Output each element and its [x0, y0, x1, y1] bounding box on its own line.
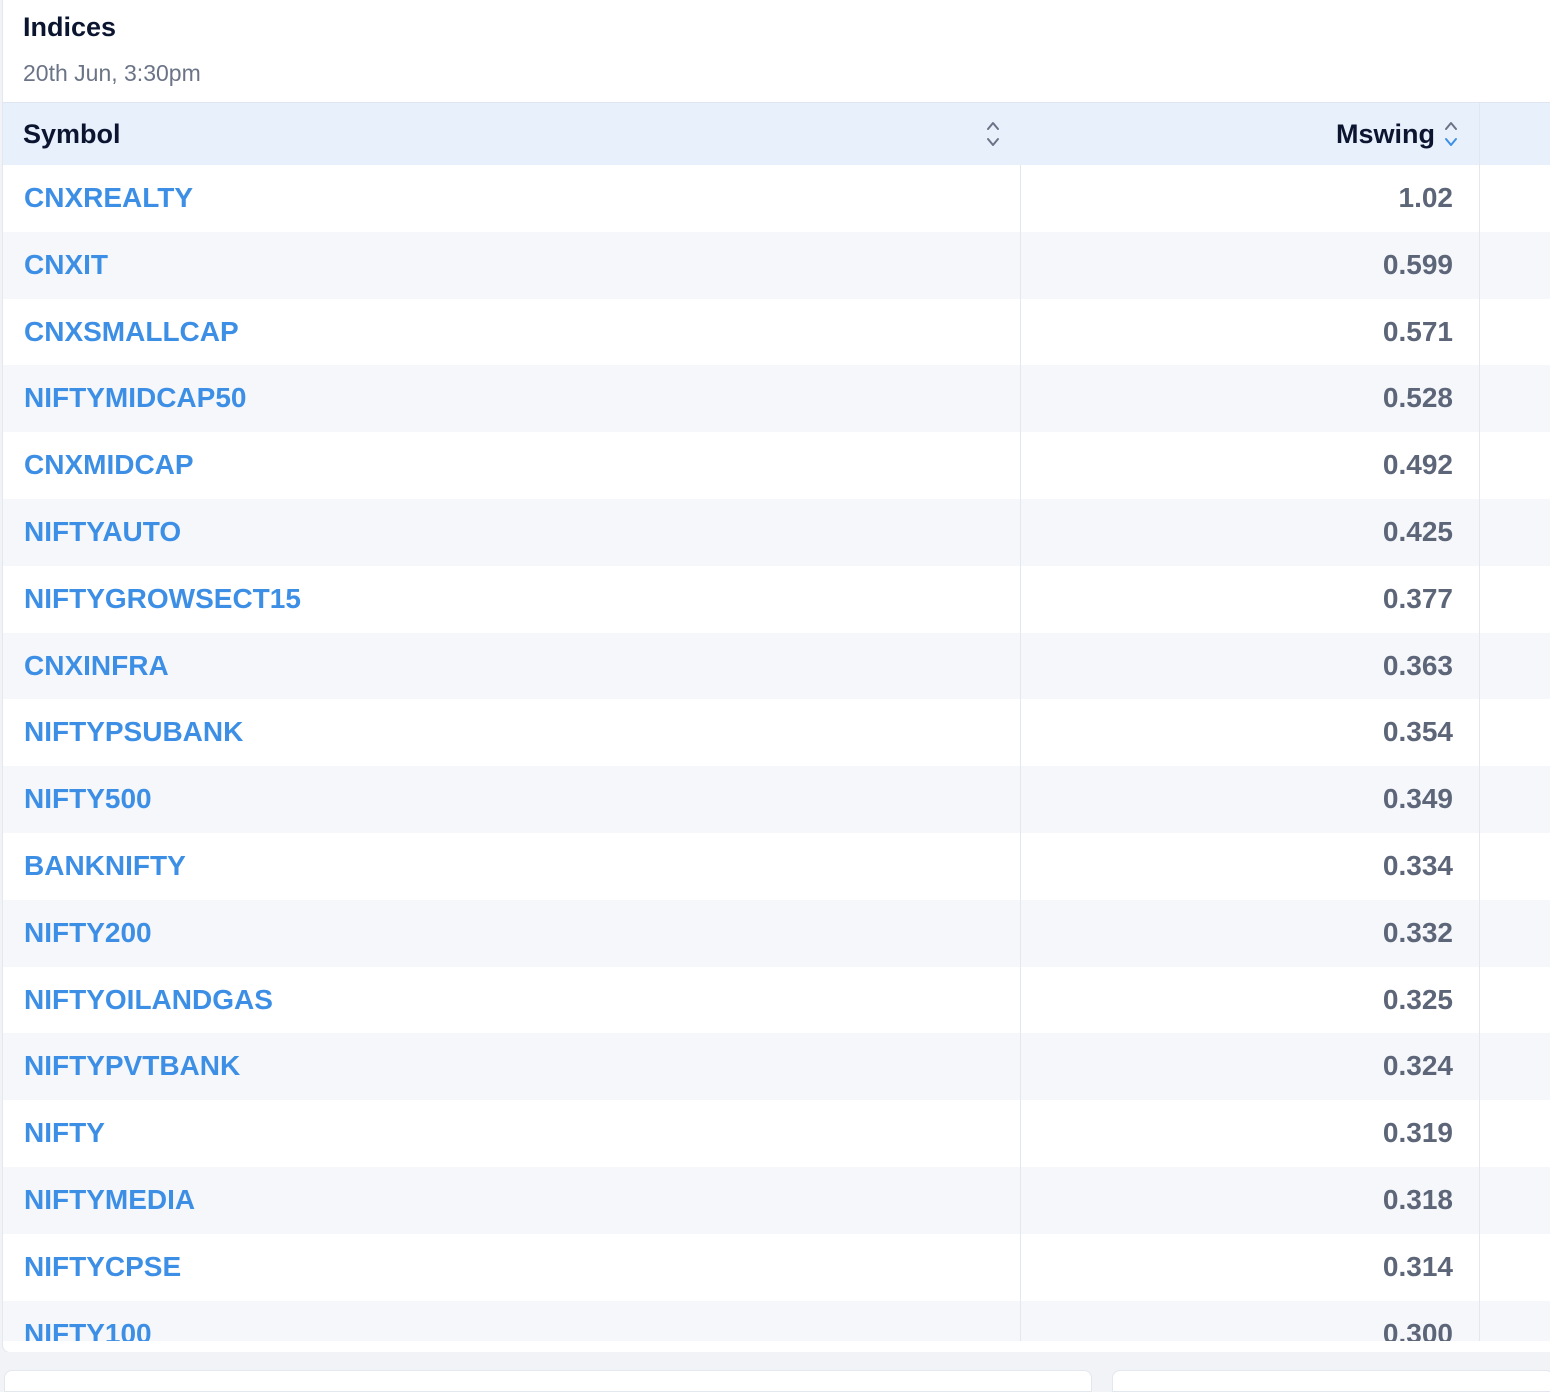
table-row[interactable]: CNXIT 0.599 — [3, 231, 1550, 299]
table-row[interactable]: NIFTY 0.319 — [3, 1100, 1550, 1167]
next-card-right — [1112, 1370, 1550, 1392]
table-row[interactable]: NIFTY200 0.332 — [3, 899, 1550, 967]
table-row[interactable]: NIFTYMEDIA 0.318 — [3, 1166, 1550, 1234]
mswing-value: 0.599 — [1382, 248, 1453, 280]
mswing-value: 0.318 — [1382, 1183, 1453, 1215]
symbol-link[interactable]: NIFTYPSUBANK — [24, 699, 243, 766]
symbol-link[interactable]: BANKNIFTY — [24, 833, 186, 900]
mswing-value: 0.425 — [1382, 515, 1453, 547]
column-divider — [1020, 165, 1021, 1341]
card-header: Indices 20th Jun, 3:30pm — [3, 0, 1550, 102]
symbol-link[interactable]: NIFTYCPSE — [24, 1234, 181, 1301]
symbol-link[interactable]: CNXREALTY — [24, 165, 193, 232]
symbol-link[interactable]: CNXIT — [24, 232, 108, 299]
mswing-value: 0.363 — [1382, 649, 1453, 681]
table-body: CNXREALTY 1.02 CNXIT 0.599 CNXSMALLCAP 0.571 N… — [3, 165, 1550, 1341]
column-divider — [1479, 103, 1480, 1341]
mswing-value: 0.528 — [1382, 382, 1453, 414]
mswing-value: 0.354 — [1382, 716, 1453, 748]
table-row[interactable]: CNXREALTY 1.02 — [3, 165, 1550, 232]
table-row[interactable]: NIFTYGROWSECT15 0.377 — [3, 566, 1550, 633]
table-row[interactable]: NIFTY500 0.349 — [3, 766, 1550, 833]
table-row[interactable]: CNXSMALLCAP 0.571 — [3, 299, 1550, 366]
symbol-link[interactable]: NIFTY — [24, 1100, 105, 1167]
symbol-link[interactable]: NIFTYMIDCAP50 — [24, 365, 246, 432]
mswing-value: 0.349 — [1382, 783, 1453, 815]
symbol-link[interactable]: NIFTYOILANDGAS — [24, 967, 273, 1034]
table-row[interactable]: BANKNIFTY 0.334 — [3, 833, 1550, 900]
mswing-value: 0.334 — [1382, 849, 1453, 881]
symbol-link[interactable]: CNXINFRA — [24, 633, 169, 700]
table-row[interactable]: NIFTYAUTO 0.425 — [3, 498, 1550, 566]
mswing-value: 0.324 — [1382, 1050, 1453, 1082]
table-row[interactable]: NIFTYMIDCAP50 0.528 — [3, 365, 1550, 433]
symbol-link[interactable]: CNXSMALLCAP — [24, 299, 239, 366]
mswing-value: 0.300 — [1382, 1317, 1453, 1341]
table-header: Symbol Mswing — [3, 103, 1550, 165]
mswing-value: 0.325 — [1382, 983, 1453, 1015]
column-header-mswing[interactable]: Mswing — [1336, 103, 1435, 165]
page-title: Indices — [23, 12, 117, 42]
table-row[interactable]: NIFTYCPSE 0.314 — [3, 1234, 1550, 1301]
table-row[interactable]: NIFTYPVTBANK 0.324 — [3, 1033, 1550, 1101]
table-row[interactable]: NIFTY100 0.300 — [3, 1300, 1550, 1341]
timestamp: 20th Jun, 3:30pm — [23, 60, 201, 86]
symbol-link[interactable]: NIFTYMEDIA — [24, 1167, 195, 1234]
mswing-value: 0.492 — [1382, 449, 1453, 481]
mswing-value: 0.571 — [1382, 315, 1453, 347]
table-row[interactable]: CNXINFRA 0.363 — [3, 632, 1550, 700]
column-header-symbol[interactable]: Symbol — [23, 103, 121, 165]
table-row[interactable]: CNXMIDCAP 0.492 — [3, 432, 1550, 499]
sort-descending-icon[interactable] — [1443, 118, 1459, 150]
mswing-value: 0.332 — [1382, 916, 1453, 948]
table-row[interactable]: NIFTYPSUBANK 0.354 — [3, 699, 1550, 766]
mswing-value: 0.319 — [1382, 1117, 1453, 1149]
mswing-value: 1.02 — [1398, 182, 1454, 213]
symbol-link[interactable]: CNXMIDCAP — [24, 432, 194, 499]
symbol-link[interactable]: NIFTYPVTBANK — [24, 1033, 240, 1100]
next-card-left — [4, 1370, 1092, 1392]
indices-card: Indices 20th Jun, 3:30pm Symbol Mswing C… — [2, 0, 1550, 1353]
symbol-link[interactable]: NIFTY100 — [24, 1301, 152, 1341]
sort-neutral-icon[interactable] — [985, 118, 1001, 150]
mswing-value: 0.377 — [1382, 582, 1453, 614]
symbol-link[interactable]: NIFTYGROWSECT15 — [24, 566, 301, 633]
symbol-link[interactable]: NIFTY200 — [24, 900, 152, 967]
indices-table[interactable]: Symbol Mswing CNXREALTY 1.02 CNXIT 0.599 CNX… — [3, 102, 1550, 1341]
symbol-link[interactable]: NIFTYAUTO — [24, 499, 181, 566]
mswing-value: 0.314 — [1382, 1250, 1453, 1282]
symbol-link[interactable]: NIFTY500 — [24, 766, 152, 833]
table-row[interactable]: NIFTYOILANDGAS 0.325 — [3, 967, 1550, 1034]
